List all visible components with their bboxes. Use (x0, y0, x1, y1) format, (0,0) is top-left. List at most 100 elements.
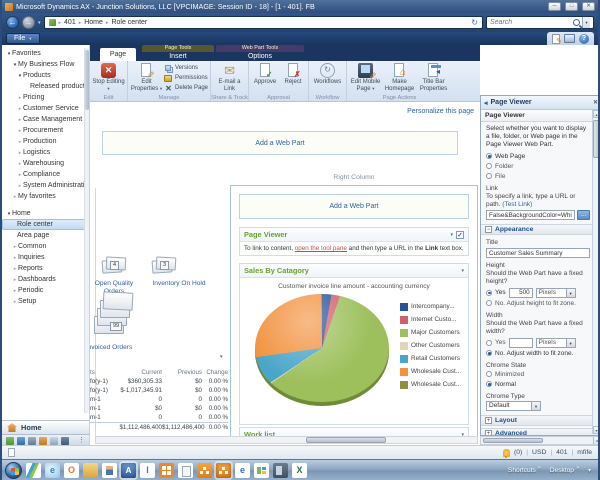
versions-button[interactable]: Versions (164, 63, 208, 73)
web-part-menu-icon[interactable]: ▾ (220, 354, 223, 360)
history-dropdown-icon[interactable]: ▾ (38, 20, 41, 26)
invoiced-orders-cue-icon[interactable]: 99 (94, 291, 138, 340)
dynamics-ax-client-icon[interactable]: A (121, 462, 136, 478)
web-part-menu-icon[interactable]: ▾ (450, 232, 453, 238)
sidebar-item-products[interactable]: ▾ Products (2, 70, 89, 81)
permissions-button[interactable]: Permissions (164, 73, 208, 83)
layout-section-header[interactable]: + Layout (481, 414, 598, 426)
sidebar-item-my-favorites[interactable]: ▸ My favorites (2, 191, 89, 202)
sidebar-item-role-center[interactable]: Role center (2, 219, 89, 230)
sidebar-item-production[interactable]: ▸ Production (2, 136, 89, 147)
forward-button[interactable]: → (22, 16, 35, 29)
height-unit-select[interactable]: Pixels ▾ (535, 287, 576, 298)
minimize-button[interactable]: ─ (548, 2, 561, 11)
sidebar-item-common[interactable]: ▸ Common (2, 241, 89, 252)
nav-scrollbar-thumb[interactable] (85, 50, 89, 110)
link-input[interactable] (486, 210, 575, 221)
scrollbar-thumb[interactable] (306, 437, 386, 443)
approve-button[interactable]: Approve (251, 62, 279, 86)
width-value-input[interactable] (508, 337, 533, 348)
infopath-icon[interactable]: I (140, 462, 155, 478)
module-icon-1[interactable] (6, 436, 14, 445)
module-icon-2[interactable] (17, 436, 25, 445)
width-unit-select[interactable]: Pixels ▾ (535, 337, 576, 348)
stop-editing-button[interactable]: ✕ Stop Editing ▾ (92, 62, 125, 91)
advanced-section-header[interactable]: + Advanced (481, 427, 598, 435)
company-indicator[interactable]: 401 (556, 449, 567, 456)
close-button[interactable]: ✕ (582, 2, 595, 11)
web-part-menu-icon[interactable]: ▾ (461, 268, 464, 274)
scroll-up-icon[interactable]: ▴ (593, 110, 598, 118)
search-icon[interactable] (573, 19, 580, 26)
sidebar-item-my-business-flow[interactable]: ▾ My Business Flow (2, 59, 89, 70)
start-button[interactable] (5, 461, 22, 479)
close-icon[interactable]: ✕ (593, 99, 598, 106)
overflow-icon[interactable]: ⋮ (78, 437, 85, 445)
personalize-page-link[interactable]: Personalize this page (407, 108, 474, 115)
height-value-input[interactable] (508, 287, 533, 298)
sidebar-item-periodic[interactable]: ▸ Periodic (2, 285, 89, 296)
sidebar-item-reports[interactable]: ▸ Reports (2, 263, 89, 274)
notepad-icon[interactable] (178, 462, 193, 478)
sidebar-item-case-management[interactable]: ▸ Case Management (2, 114, 89, 125)
home-module-button[interactable]: Home (2, 420, 90, 434)
sidebar-item-system-administration[interactable]: ▸ System Administration (2, 180, 89, 191)
radio-icon[interactable] (486, 339, 492, 346)
maximize-button[interactable]: □ (565, 2, 578, 11)
currency-indicator[interactable]: USD (532, 449, 546, 456)
page-viewer-header[interactable]: Page Viewer ▾ ✓ (240, 228, 468, 242)
help-icon[interactable]: ? (579, 33, 589, 44)
radio-file[interactable]: File (486, 172, 590, 181)
sidebar-item-compliance[interactable]: ▸ Compliance (2, 169, 89, 180)
breadcrumb-role-center[interactable]: Role center (111, 19, 147, 26)
outlook-icon[interactable]: O (64, 462, 79, 478)
module-icon-4[interactable] (39, 436, 47, 445)
content-horizontal-scrollbar[interactable] (95, 436, 478, 444)
dynamics-ax-icon[interactable] (26, 462, 41, 478)
reject-button[interactable]: Reject (280, 62, 306, 86)
org-chart-icon[interactable] (197, 462, 212, 478)
table-row[interactable]: m-1 0 0 0.00 % (90, 395, 228, 404)
test-link[interactable]: (Test Link) (502, 201, 532, 208)
table-row[interactable]: fo(y-1) $360,305.33 $0 0.00 % (90, 377, 228, 386)
sidebar-item-procurement[interactable]: ▸ Procurement (2, 125, 89, 136)
sidebar-item-dashboards[interactable]: ▸ Dashboards (2, 274, 89, 285)
tab-page[interactable]: Page (100, 48, 136, 61)
open-tool-pane-link[interactable]: open the tool pane (295, 245, 347, 252)
sidebar-item-warehousing[interactable]: ▸ Warehousing (2, 158, 89, 169)
sidebar-item-setup[interactable]: ▸ Setup (2, 296, 89, 307)
refresh-icon[interactable]: ↻ (471, 18, 478, 27)
contacts-icon[interactable] (102, 462, 117, 478)
access-icon[interactable] (159, 462, 174, 478)
breadcrumb-home[interactable]: Home (84, 19, 103, 26)
scroll-down-icon[interactable]: ▾ (593, 426, 598, 434)
chrome-normal-row[interactable]: Normal (486, 380, 590, 389)
taskbar-chevron-icon[interactable]: ▾ (588, 467, 591, 474)
tool-pane-horizontal-scrollbar[interactable]: ▸ (480, 436, 598, 445)
module-icon-6[interactable] (61, 436, 69, 445)
title-input[interactable] (486, 248, 590, 259)
sidebar-item-customer-service[interactable]: ▸ Customer Service (2, 103, 89, 114)
sales-by-category-header[interactable]: Sales By Catagory ▾ (240, 264, 468, 278)
msn-icon[interactable] (254, 462, 269, 478)
sidebar-item-logistics[interactable]: ▸ Logistics (2, 147, 89, 158)
scrollbar-thumb[interactable] (593, 120, 598, 158)
shortcuts-toolbar[interactable]: Shortcuts (508, 465, 541, 474)
sidebar-item-pricing[interactable]: ▸ Pricing (2, 92, 89, 103)
web-part-checkbox[interactable]: ✓ (456, 230, 464, 239)
table-row[interactable]: fo(y-1) $-1,017,345.91 $0 0.00 % (90, 386, 228, 395)
chrome-type-select[interactable]: Default ▾ (486, 400, 541, 411)
inventory-on-hold-label[interactable]: Inventory On Hold (140, 280, 218, 288)
collapse-pane-icon[interactable]: ◂ (484, 99, 488, 107)
scroll-right-icon[interactable]: ▸ (593, 437, 598, 444)
sidebar-item-inquiries[interactable]: ▸ Inquiries (2, 252, 89, 263)
add-web-part-right-column[interactable]: Add a Web Part (239, 194, 469, 219)
sidebar-item-favorites[interactable]: ▾ Favorites (2, 48, 89, 59)
title-bar-properties-button[interactable]: Title Bar Properties (417, 62, 450, 92)
delete-page-button[interactable]: ✕ Delete Page (164, 83, 208, 93)
chrome-minimized-row[interactable]: Minimized (486, 370, 590, 379)
messenger-icon[interactable]: e (45, 462, 60, 478)
module-icon-5[interactable] (50, 436, 58, 445)
excel-icon[interactable]: X (292, 462, 307, 478)
edit-mobile-page-button[interactable]: Edit Mobile Page ▾ (349, 62, 382, 92)
